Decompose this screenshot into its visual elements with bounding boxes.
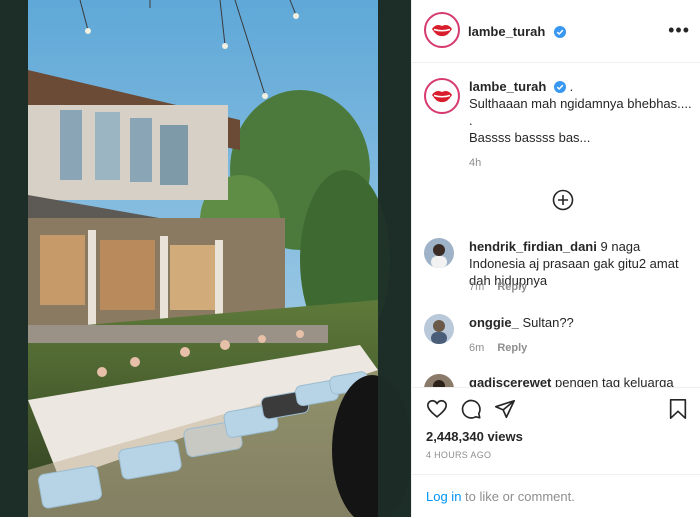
author-avatar[interactable]	[424, 12, 460, 48]
post-video[interactable]	[0, 0, 411, 517]
comment-time: 6m	[469, 342, 485, 354]
view-count[interactable]: 2,448,340 views	[426, 429, 523, 444]
post-header: lambe_turah •••	[412, 0, 700, 63]
reply-button[interactable]: Reply	[497, 281, 527, 293]
author-username[interactable]: lambe_turah	[468, 24, 545, 39]
caption-time: 4h	[469, 157, 482, 169]
heart-icon[interactable]	[426, 398, 448, 420]
caption-line: Bassss bassss bas...	[469, 130, 591, 145]
comment-icon[interactable]	[460, 398, 482, 420]
caption-line: .	[469, 113, 473, 128]
comment-meta: 7m Reply	[469, 281, 527, 293]
caption-text: lambe_turah . Sulthaaan mah ngidamnya bh…	[469, 78, 699, 172]
verified-badge-icon	[553, 26, 566, 38]
avatar-photo-icon	[424, 238, 454, 268]
comment-meta: 6m Reply	[469, 342, 527, 354]
load-more-comments-icon[interactable]	[552, 189, 574, 211]
post-actions: 2,448,340 views 4 HOURS AGO Log in to li…	[412, 387, 700, 518]
avatar-photo-icon	[424, 374, 454, 387]
caption-author-avatar[interactable]	[424, 78, 460, 114]
comment-time: 7m	[469, 281, 485, 293]
comment-item: gadiscerewet pengen tag keluarga	[424, 374, 699, 387]
commenter-username[interactable]: gadiscerewet	[469, 375, 551, 387]
caption-line: Sulthaaan mah ngidamnya bhebhas....	[469, 96, 692, 111]
commenter-avatar[interactable]	[424, 374, 454, 387]
caption-suffix: .	[569, 79, 574, 94]
caption-username[interactable]: lambe_turah	[469, 79, 546, 94]
share-icon[interactable]	[494, 398, 516, 420]
verified-badge-icon	[553, 81, 566, 93]
video-frame-illustration	[0, 0, 411, 517]
comment-body: onggie_ Sultan??	[469, 314, 699, 331]
login-prompt-text: to like or comment.	[461, 489, 575, 504]
post-side-panel: lambe_turah ••• lambe_turah . Sulthaaan …	[411, 0, 700, 517]
commenter-avatar[interactable]	[424, 314, 454, 344]
post-time-ago: 4 HOURS AGO	[426, 450, 492, 460]
commenter-username[interactable]: onggie_	[469, 315, 519, 330]
login-link[interactable]: Log in	[426, 489, 461, 504]
comment-text: pengen tag keluarga	[555, 375, 674, 387]
login-prompt: Log in to like or comment.	[412, 474, 700, 519]
comment-body: gadiscerewet pengen tag keluarga	[469, 374, 699, 387]
comment-text: Sultan??	[522, 315, 574, 330]
lips-logo-icon	[432, 91, 452, 103]
lips-logo-icon	[432, 25, 452, 37]
commenter-username[interactable]: hendrik_firdian_dani	[469, 239, 597, 254]
bookmark-icon[interactable]	[668, 398, 688, 420]
reply-button[interactable]: Reply	[497, 342, 527, 354]
avatar-photo-icon	[424, 314, 454, 344]
more-options-icon[interactable]: •••	[668, 20, 690, 41]
commenter-avatar[interactable]	[424, 238, 454, 268]
comment-item: hendrik_firdian_dani 9 naga Indonesia aj…	[424, 238, 699, 308]
